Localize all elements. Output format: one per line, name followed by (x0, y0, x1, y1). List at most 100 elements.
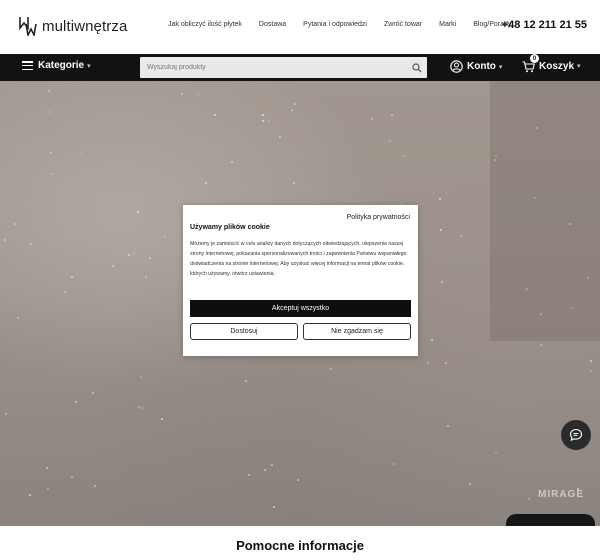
texture-speck (590, 360, 592, 362)
cart-label: Koszyk (539, 60, 575, 72)
chevron-down-icon: ▾ (498, 63, 503, 71)
texture-speck (133, 252, 135, 254)
texture-speck (231, 161, 233, 163)
texture-speck (293, 182, 295, 184)
texture-speck (30, 243, 32, 245)
logo-icon (19, 17, 37, 36)
search-input[interactable] (140, 57, 407, 78)
reject-button[interactable]: Nie zgadzam się (303, 323, 411, 340)
texture-speck (71, 476, 73, 478)
top-nav: Jak obliczyć ilość płytek Dostawa Pytani… (168, 21, 528, 28)
texture-speck (164, 236, 166, 238)
texture-speck (64, 291, 66, 293)
texture-speck (403, 155, 405, 157)
texture-speck (447, 425, 449, 427)
customize-button[interactable]: Dostosuj (190, 323, 298, 340)
chevron-down-icon: ▾ (87, 62, 91, 70)
texture-speck (214, 114, 216, 116)
privacy-policy-link[interactable]: Polityka prywatności (347, 214, 410, 221)
nav-link-faq[interactable]: Pytania i odpowiedzi (303, 21, 367, 28)
chat-launcher-button[interactable] (561, 420, 591, 450)
texture-speck (495, 452, 497, 454)
texture-speck (590, 370, 592, 372)
texture-speck (540, 344, 542, 346)
texture-speck (51, 173, 53, 175)
texture-speck (330, 368, 332, 370)
texture-speck (262, 120, 264, 122)
texture-speck (50, 152, 52, 154)
logo-text: multiwnętrza (42, 17, 128, 35)
account-button[interactable]: Konto ▾ (450, 60, 502, 73)
search-box (140, 57, 427, 78)
cart-count-badge: 0 (530, 54, 539, 63)
nav-link-delivery[interactable]: Dostawa (259, 21, 286, 28)
texture-speck (460, 235, 462, 237)
texture-speck (431, 339, 433, 341)
texture-speck (128, 254, 130, 256)
cart-icon: 0 (522, 54, 539, 73)
chevron-down-icon: ▾ (577, 63, 581, 70)
texture-speck (279, 136, 281, 138)
texture-speck (393, 463, 395, 465)
texture-speck (49, 111, 51, 113)
search-button[interactable] (407, 57, 427, 78)
cookie-consent-modal: Polityka prywatności Używamy plików cook… (183, 205, 418, 356)
texture-speck (14, 223, 16, 225)
texture-speck (391, 114, 393, 116)
texture-speck (112, 265, 114, 267)
texture-speck (297, 479, 299, 481)
texture-speck (440, 229, 442, 231)
nav-link-returns[interactable]: Zwróć towar (384, 21, 422, 28)
texture-speck (149, 257, 151, 259)
texture-speck (29, 494, 31, 496)
texture-speck (48, 90, 50, 92)
texture-speck (4, 239, 6, 241)
texture-speck (569, 223, 571, 225)
texture-speck (137, 211, 139, 213)
texture-speck (371, 118, 373, 120)
help-section: Pomocne informacje (0, 526, 600, 560)
cart-button[interactable]: 0 Koszyk ▾ (522, 54, 581, 73)
texture-speck (161, 418, 163, 420)
categories-menu-button[interactable]: Kategorie ▾ (22, 60, 91, 71)
cookie-modal-title: Używamy plików cookie (190, 224, 270, 231)
texture-speck (197, 93, 199, 95)
texture-speck (248, 474, 250, 476)
texture-speck (445, 362, 447, 364)
nav-link-brands[interactable]: Marki (439, 21, 456, 28)
texture-speck (141, 407, 143, 409)
texture-speck (469, 483, 471, 485)
texture-speck (138, 406, 140, 408)
texture-speck (273, 506, 275, 508)
texture-speck (140, 376, 142, 378)
texture-speck (75, 401, 77, 403)
main-nav-bar: Kategorie ▾ Konto ▾ 0 Koszyk (0, 54, 600, 81)
texture-speck (94, 485, 96, 487)
top-header: multiwnętrza Jak obliczyć ilość płytek D… (0, 0, 600, 54)
chat-icon (569, 428, 583, 442)
nav-link-tile-calculator[interactable]: Jak obliczyć ilość płytek (168, 21, 242, 28)
section-title: Pomocne informacje (236, 538, 364, 553)
texture-speck (81, 153, 83, 155)
texture-speck (540, 313, 542, 315)
texture-speck (271, 464, 273, 466)
texture-speck (494, 159, 496, 161)
phone-number[interactable]: +48 12 211 21 55 (502, 19, 587, 31)
texture-speck (441, 281, 443, 283)
texture-speck (291, 109, 293, 111)
search-icon (412, 62, 422, 72)
hamburger-icon (22, 61, 33, 70)
accept-all-button[interactable]: Akceptuj wszystko (190, 300, 411, 317)
texture-speck (205, 182, 207, 184)
texture-speck (571, 307, 573, 309)
site-logo[interactable]: multiwnętrza (19, 16, 127, 36)
categories-label: Kategorie (38, 60, 85, 71)
texture-speck (268, 120, 270, 122)
texture-speck (181, 93, 183, 95)
texture-speck (264, 469, 266, 471)
texture-speck (5, 413, 7, 415)
texture-speck (145, 276, 147, 278)
texture-speck (528, 498, 530, 500)
texture-speck (389, 140, 391, 142)
texture-speck (46, 467, 48, 469)
